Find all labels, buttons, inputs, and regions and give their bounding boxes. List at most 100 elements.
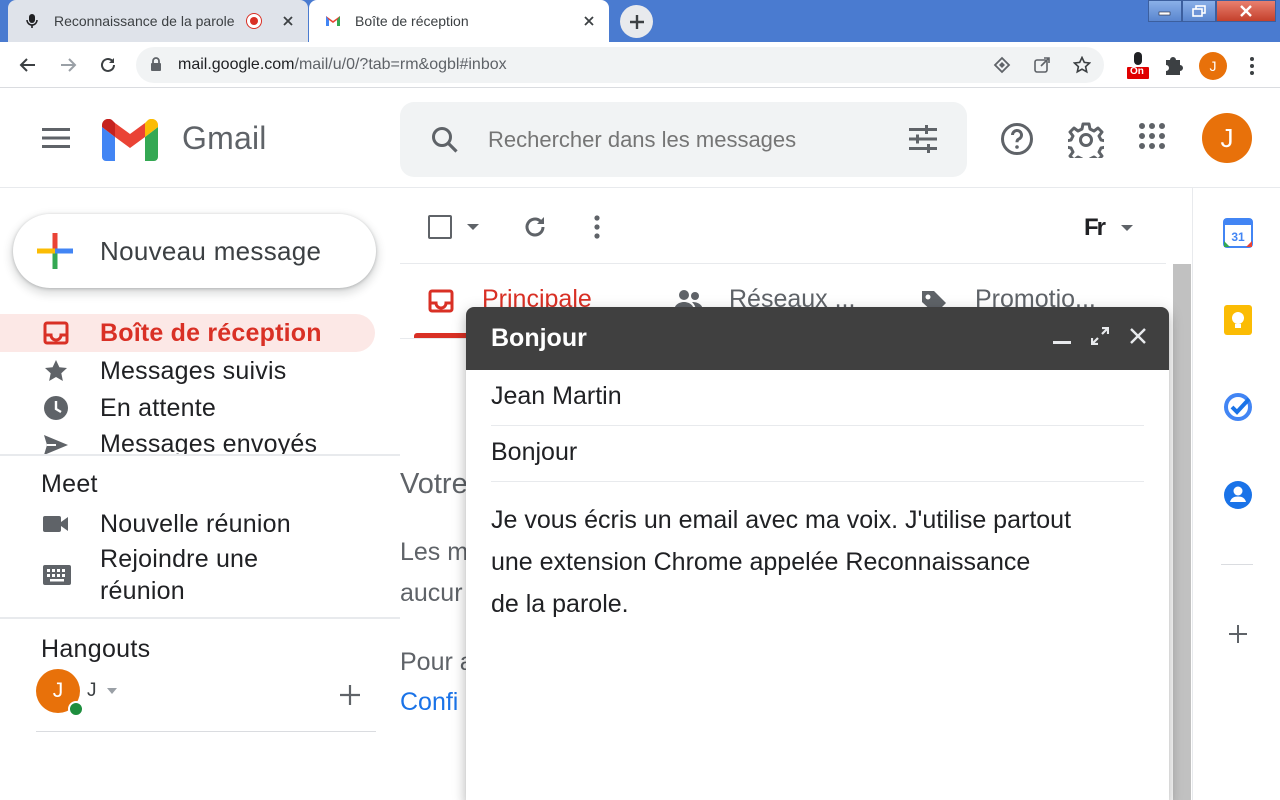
close-window-button[interactable] [1216,0,1276,22]
gmail-logo-icon[interactable] [102,119,158,161]
body-line: une extension Chrome appelée Reconnaissa… [491,548,1031,576]
apps-grid-icon[interactable] [1138,122,1166,150]
lock-icon [151,57,161,71]
list-toolbar: Fr [400,188,1166,264]
recipient-chip: Jean Martin [491,382,622,410]
sidebar-item-label: Messages envoyés [100,430,318,456]
more-vert-icon[interactable] [593,214,601,240]
sidebar-item-starred[interactable]: Messages suivis [0,352,375,390]
translate-icon[interactable] [993,56,1011,74]
url-text: mail.google.com/mail/u/0/?tab=rm&ogbl#in… [178,56,507,73]
gmail-wordmark: Gmail [182,120,267,156]
help-icon[interactable] [1000,122,1034,156]
send-icon [42,432,70,456]
share-icon[interactable] [1033,56,1051,74]
hangouts-user-name[interactable]: J [87,680,97,702]
arrow-right-icon [61,58,77,72]
sidebar-item-label: Messages suivis [100,356,287,385]
keyboard-icon [43,565,71,585]
caret-down-icon[interactable] [1120,224,1134,232]
more-vert-icon[interactable] [1244,55,1260,77]
add-icon[interactable] [1228,624,1248,644]
back-button[interactable] [16,53,40,77]
restore-button[interactable] [1182,0,1216,22]
window-controls [1148,0,1276,22]
gmail-icon [326,16,340,26]
account-avatar[interactable]: J [1202,113,1252,163]
minimize-button[interactable] [1148,0,1182,22]
scrollbar-thumb[interactable] [1173,264,1191,800]
body-line: Je vous écris un email avec ma voix. J'u… [491,506,1072,534]
contacts-icon[interactable] [1223,480,1253,510]
join-meeting-item[interactable]: Rejoindre une réunion [0,543,380,607]
tab-title: Boîte de réception [355,13,469,29]
star-icon[interactable] [1073,56,1091,74]
refresh-icon[interactable] [522,214,548,240]
compose-header[interactable]: Bonjour [466,307,1169,370]
reload-button[interactable] [96,53,120,77]
compose-window: Bonjour Jean Martin Bonjour Je vous écri… [466,307,1169,800]
empty-state-text: Les m [400,538,469,566]
subject-field[interactable]: Bonjour [491,426,1144,482]
videocam-icon [43,516,68,532]
caret-down-icon[interactable] [106,687,118,695]
plus-icon [37,233,73,269]
speech-extension-button[interactable]: On [1126,52,1150,80]
microphone-icon [26,14,38,28]
close-icon[interactable] [1129,327,1147,345]
new-meeting-item[interactable]: Nouvelle réunion [0,508,380,542]
sidebar-item-label: En attente [100,393,216,422]
body-line: de la parole. [491,590,629,618]
search-bar [400,102,967,177]
sidebar-item-sent[interactable]: Messages envoyés [0,427,375,456]
expand-icon[interactable] [1091,327,1109,345]
hangouts-title: Hangouts [41,635,151,663]
forward-button[interactable] [56,53,80,77]
clock-icon [42,395,70,421]
inbox-icon [42,320,70,346]
close-icon[interactable] [581,13,597,29]
extension-badge: On [1130,66,1144,77]
tasks-icon[interactable] [1223,392,1253,422]
new-tab-button[interactable] [620,5,653,38]
search-options-icon[interactable] [907,125,939,153]
input-language-selector[interactable]: Fr [1084,214,1106,242]
menu-icon[interactable] [40,126,72,150]
sidebar-item-inbox[interactable]: Boîte de réception [0,314,375,352]
caret-down-icon[interactable] [466,223,480,231]
empty-state-heading: Votre [400,468,468,500]
minimize-icon[interactable] [1053,341,1071,345]
keep-icon[interactable] [1223,304,1253,336]
message-body[interactable]: Je vous écris un email avec ma voix. J'u… [491,499,1151,625]
browser-tabstrip: Reconnaissance de la parole Boîte de réc… [0,0,1280,42]
tab-inbox[interactable]: Boîte de réception [309,0,609,42]
search-icon[interactable] [430,125,460,155]
section-divider [0,454,400,456]
new-meeting-label: Nouvelle réunion [100,510,291,538]
select-all-checkbox[interactable] [428,215,452,239]
puzzle-icon[interactable] [1162,54,1184,76]
tab-title: Reconnaissance de la parole [54,13,235,29]
gear-icon[interactable] [1068,122,1104,158]
empty-state-link[interactable]: Confi [400,688,458,717]
inbox-icon [428,289,454,313]
compose-button[interactable]: Nouveau message [13,214,376,288]
close-icon[interactable] [280,13,296,29]
join-meeting-label: Rejoindre une [100,545,259,573]
meet-title: Meet [41,470,98,498]
side-panel: 31 [1192,188,1280,800]
section-divider [36,731,376,732]
arrow-left-icon [19,58,35,72]
side-panel-divider [1221,564,1253,565]
calendar-icon[interactable]: 31 [1223,218,1253,248]
search-input[interactable] [488,123,818,157]
address-bar[interactable]: mail.google.com/mail/u/0/?tab=rm&ogbl#in… [136,47,1104,83]
subject-text: Bonjour [491,438,578,466]
recipients-field[interactable]: Jean Martin [491,370,1144,426]
sidebar-item-snoozed[interactable]: En attente [0,389,375,427]
browser-profile-avatar[interactable]: J [1199,52,1227,80]
tab-speech-recognition[interactable]: Reconnaissance de la parole [8,0,308,42]
add-icon[interactable] [338,683,362,707]
star-icon [42,358,70,384]
section-divider [0,617,400,619]
